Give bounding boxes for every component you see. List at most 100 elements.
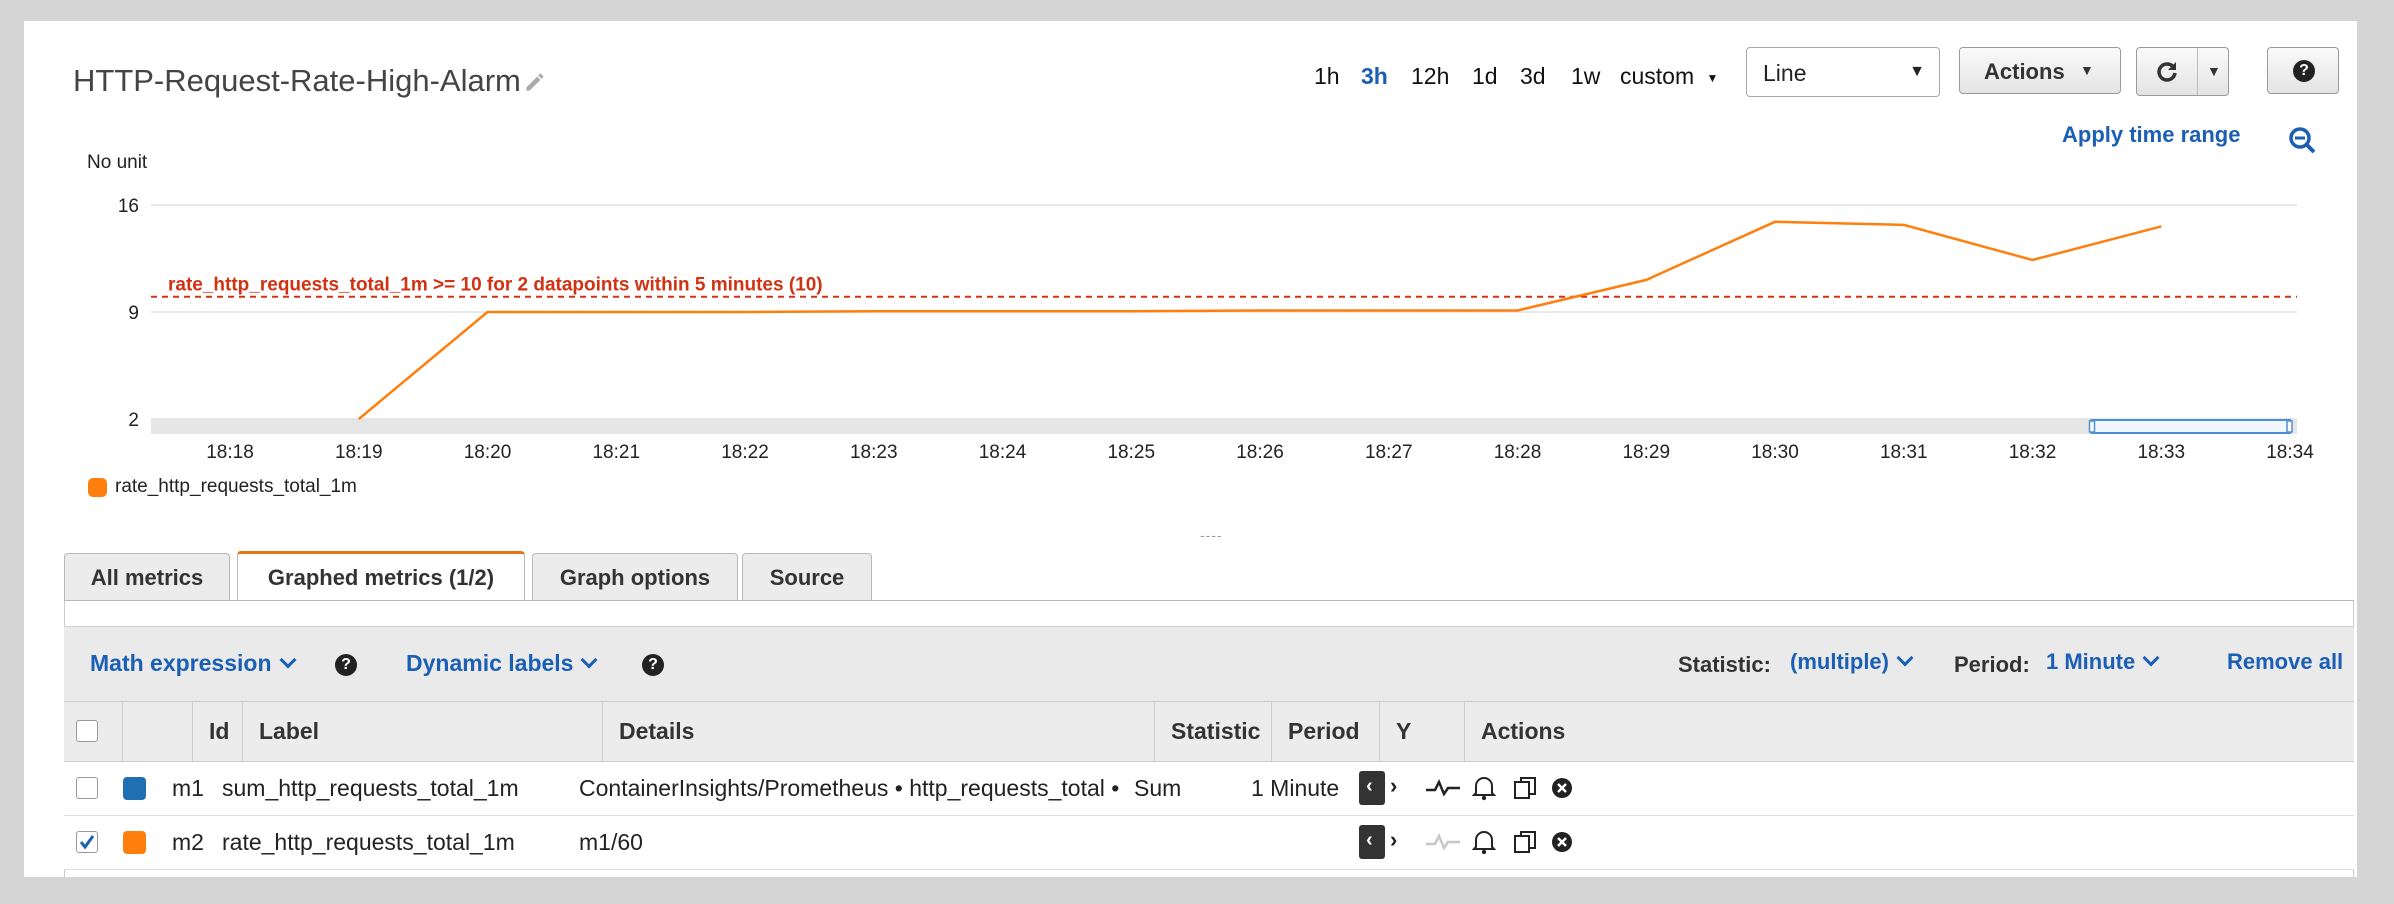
x-tick-label: 18:25 xyxy=(1107,442,1155,463)
dynamic-labels-dropdown[interactable]: Dynamic labels xyxy=(406,650,598,677)
data-point xyxy=(1645,278,1648,281)
period-column-header[interactable]: Period xyxy=(1271,702,1379,761)
x-tick-label: 18:29 xyxy=(1622,442,1670,463)
color-column-header xyxy=(122,702,192,761)
data-point xyxy=(1387,309,1390,312)
metric-label[interactable]: sum_http_requests_total_1m xyxy=(222,762,519,814)
bell-icon[interactable] xyxy=(1472,829,1496,855)
resize-handle[interactable]: ---- xyxy=(1200,527,1223,543)
legend-label[interactable]: rate_http_requests_total_1m xyxy=(115,476,357,498)
label-column-header[interactable]: Label xyxy=(242,702,602,761)
y-axis-left-button[interactable]: ‹ xyxy=(1359,825,1385,859)
y-axis-right-button[interactable]: › xyxy=(1390,773,1397,799)
x-tick-label: 18:28 xyxy=(1494,442,1542,463)
table-row: m1 sum_http_requests_total_1m ContainerI… xyxy=(64,762,2354,816)
x-tick-label: 18:30 xyxy=(1751,442,1799,463)
data-point xyxy=(744,311,747,314)
brush-handle-left xyxy=(2088,420,2096,433)
x-tick-label: 18:20 xyxy=(464,442,512,463)
chevron-down-icon xyxy=(1896,649,1914,667)
tabs-divider xyxy=(64,600,2354,601)
data-point xyxy=(1130,310,1133,313)
data-point xyxy=(2031,259,2034,262)
duplicate-icon[interactable] xyxy=(1513,776,1539,800)
tab-graphed-metrics[interactable]: Graphed metrics (1/2) xyxy=(237,551,525,601)
statistic-label: Statistic: xyxy=(1678,652,1771,677)
data-point xyxy=(615,311,618,314)
data-point xyxy=(872,310,875,313)
id-column-header[interactable]: Id xyxy=(192,702,242,761)
x-axis-band xyxy=(151,419,2297,434)
tab-source[interactable]: Source xyxy=(742,553,872,601)
data-point xyxy=(1001,310,1004,313)
y-tick-label: 2 xyxy=(128,410,139,431)
brush-handle-right xyxy=(2286,420,2293,433)
details-column-header[interactable]: Details xyxy=(602,702,1154,761)
select-all-checkbox[interactable] xyxy=(76,720,98,742)
period-dropdown[interactable]: 1 Minute xyxy=(2046,649,2160,675)
metric-label[interactable]: rate_http_requests_total_1m xyxy=(222,816,515,868)
legend-swatch xyxy=(88,478,107,497)
x-tick-label: 18:32 xyxy=(2009,442,2057,463)
x-tick-label: 18:18 xyxy=(206,442,254,463)
remove-icon[interactable] xyxy=(1551,777,1573,799)
help-icon[interactable]: ? xyxy=(642,654,664,676)
x-tick-label: 18:26 xyxy=(1236,442,1284,463)
bell-icon[interactable] xyxy=(1472,775,1496,801)
remove-all-link[interactable]: Remove all xyxy=(2227,649,2343,675)
metric-statistic[interactable]: Sum xyxy=(1134,762,1181,814)
data-point xyxy=(1259,309,1262,312)
data-point xyxy=(486,311,489,314)
duplicate-icon[interactable] xyxy=(1513,830,1539,854)
chevron-down-icon xyxy=(279,651,296,669)
x-tick-label: 18:21 xyxy=(592,442,640,463)
help-icon[interactable]: ? xyxy=(335,654,357,676)
alarm-panel: HTTP-Request-Rate-High-Alarm 1h 3h 12h 1… xyxy=(24,21,2357,877)
graph-metric-icon[interactable] xyxy=(1426,832,1460,852)
math-expression-dropdown[interactable]: Math expression xyxy=(90,650,296,677)
row-checkbox[interactable] xyxy=(76,777,98,799)
period-label: Period: xyxy=(1954,652,2030,677)
x-tick-label: 18:34 xyxy=(2266,442,2314,463)
data-point xyxy=(2160,225,2163,228)
chevron-left-icon: ‹ xyxy=(1366,775,1373,797)
x-tick-label: 18:24 xyxy=(979,442,1027,463)
y-tick-label: 16 xyxy=(118,196,139,217)
table-row: m2 rate_http_requests_total_1m m1/60 ‹ › xyxy=(64,816,2354,870)
data-point xyxy=(357,418,360,421)
math-expression-label: Math expression xyxy=(90,650,272,676)
y-axis-right-button[interactable]: › xyxy=(1390,827,1397,853)
series-color-swatch[interactable] xyxy=(123,777,146,800)
graph-metric-icon[interactable] xyxy=(1426,778,1460,798)
time-brush xyxy=(2090,419,2291,434)
x-tick-label: 18:31 xyxy=(1880,442,1928,463)
metric-period[interactable]: 1 Minute xyxy=(1251,762,1339,814)
remove-icon[interactable] xyxy=(1551,831,1573,853)
period-value: 1 Minute xyxy=(2046,649,2136,674)
y-tick-label: 9 xyxy=(128,303,139,324)
tab-graph-options[interactable]: Graph options xyxy=(532,553,738,601)
metric-details[interactable]: m1/60 xyxy=(579,816,643,868)
statistic-dropdown[interactable]: (multiple) xyxy=(1790,649,1914,675)
metric-id[interactable]: m2 xyxy=(172,816,204,868)
x-tick-label: 18:23 xyxy=(850,442,898,463)
x-tick-label: 18:27 xyxy=(1365,442,1413,463)
x-tick-label: 18:19 xyxy=(335,442,383,463)
y-axis-column-header[interactable]: Y Axis xyxy=(1379,702,1464,803)
metrics-table-header: Id Label Details Statistic Period Y Axis… xyxy=(64,701,2354,803)
series-color-swatch[interactable] xyxy=(123,831,146,854)
actions-column-header: Actions xyxy=(1464,702,1594,761)
statistic-value: (multiple) xyxy=(1790,649,1889,674)
data-point xyxy=(1774,220,1777,223)
x-tick-label: 18:33 xyxy=(2137,442,2185,463)
statistic-column-header[interactable]: Statistic xyxy=(1154,702,1271,761)
threshold-label: rate_http_requests_total_1m >= 10 for 2 … xyxy=(168,275,823,296)
row-checkbox-checked[interactable] xyxy=(76,831,98,853)
metric-details[interactable]: ContainerInsights/Prometheus • http_requ… xyxy=(579,762,1119,814)
y-axis-left-button[interactable]: ‹ xyxy=(1359,771,1385,805)
line-chart: 2 9 16 18:18 18:19 18:20 18:21 18:22 18:23 18:24… xyxy=(118,196,2314,463)
series-line xyxy=(358,220,2162,420)
x-tick-label: 18:22 xyxy=(721,442,769,463)
tab-all-metrics[interactable]: All metrics xyxy=(64,553,230,601)
metric-id[interactable]: m1 xyxy=(172,762,204,814)
